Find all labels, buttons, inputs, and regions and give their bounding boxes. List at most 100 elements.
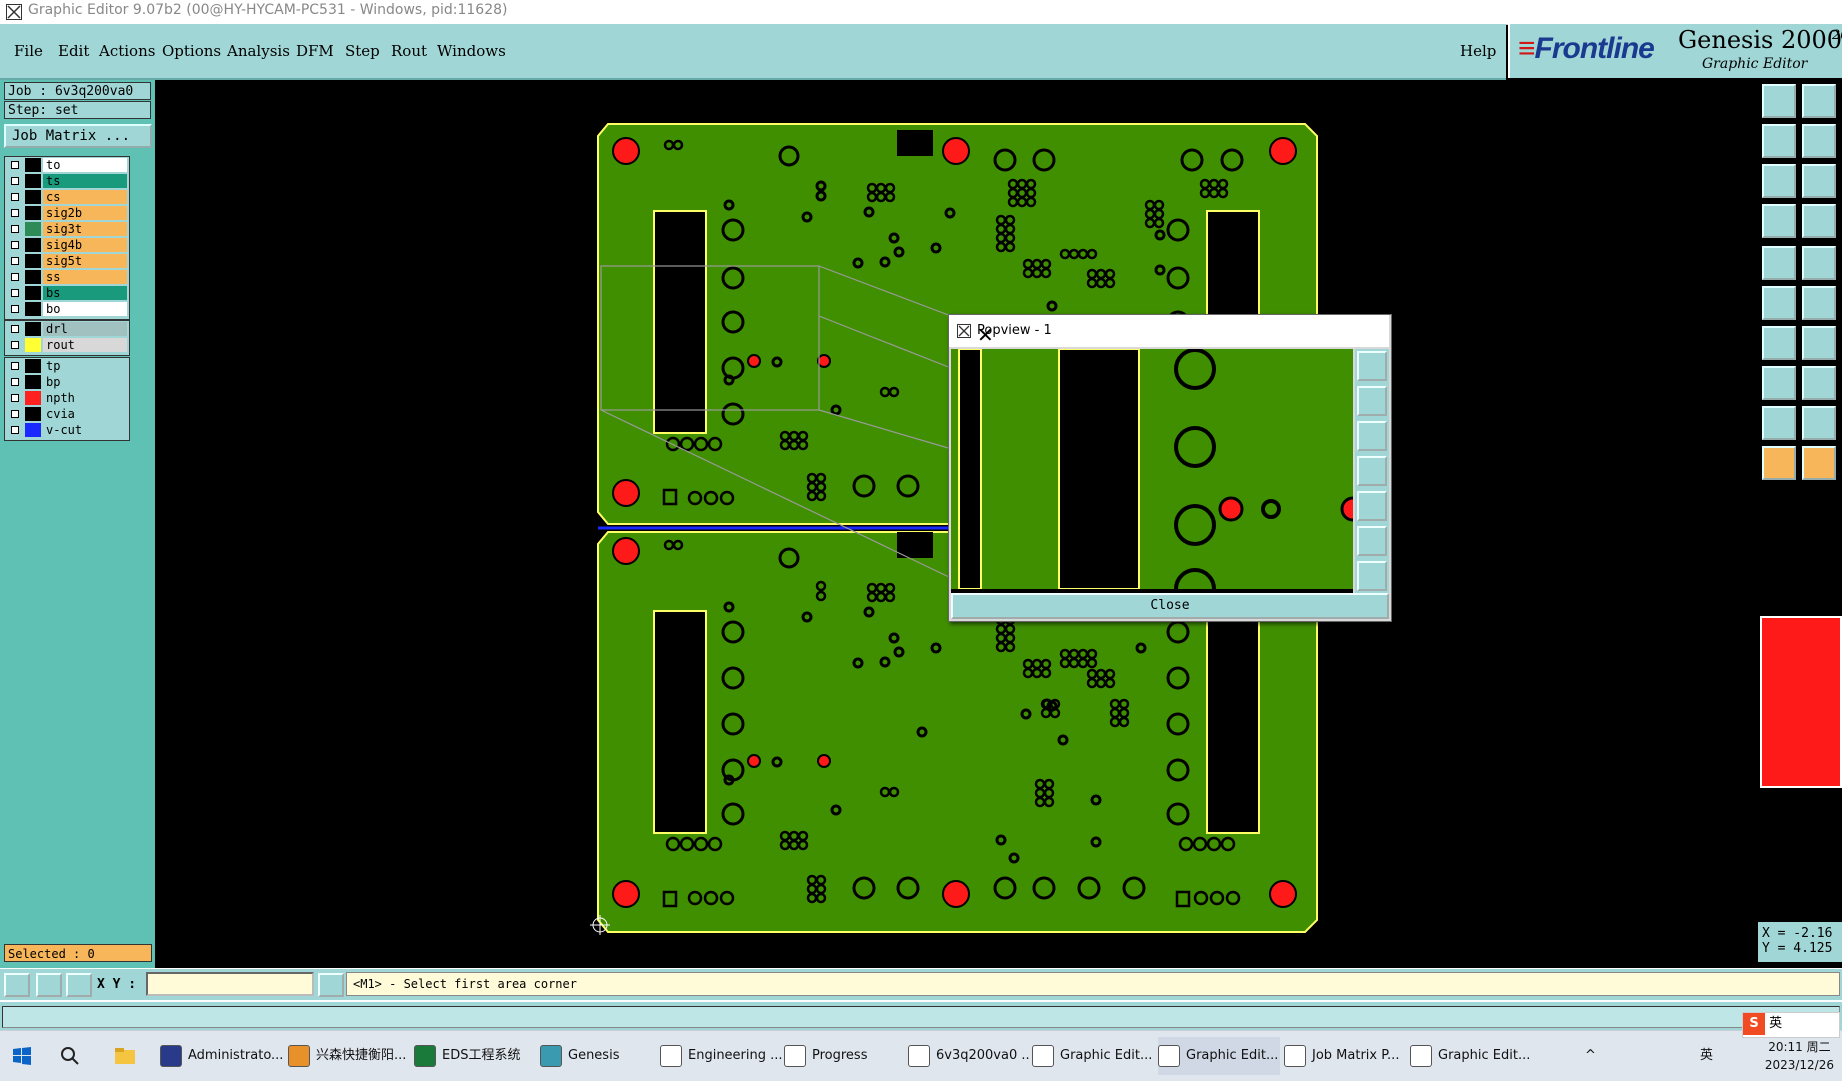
layer-checkbox[interactable] [11, 305, 19, 313]
menu-help[interactable]: Help [1460, 42, 1496, 60]
layer-name[interactable]: bs [43, 286, 127, 300]
search-icon[interactable] [60, 1037, 88, 1075]
layer-name[interactable]: sig4b [43, 238, 127, 252]
layer-color-swatch[interactable] [25, 238, 41, 252]
draw-mode-button[interactable] [1762, 246, 1796, 280]
layer-name[interactable]: bo [43, 302, 127, 316]
mode-button-1[interactable] [4, 973, 30, 997]
taskbar-item[interactable]: EDS工程系统 [414, 1037, 536, 1075]
menu-actions[interactable]: Actions [99, 42, 155, 60]
menu-step[interactable]: Step [345, 42, 380, 60]
taskbar-item[interactable]: Graphic Edit... [1032, 1037, 1154, 1075]
taskbar-item[interactable]: 兴森快捷衡阳... [288, 1037, 410, 1075]
layer-checkbox[interactable] [11, 225, 19, 233]
layer-row-bo[interactable]: bo [5, 301, 129, 317]
layer-row-sig5t[interactable]: sig5t [5, 253, 129, 269]
grid-button[interactable] [1802, 204, 1836, 238]
mode-button-3[interactable] [66, 973, 92, 997]
layer-name[interactable]: ts [43, 174, 127, 188]
system-clock[interactable]: 20:11 周二 2023/12/26 [1765, 1038, 1834, 1074]
layer-name[interactable]: npth [43, 391, 127, 405]
zoom-fit-button[interactable] [1762, 164, 1796, 198]
layer-row-sig2b[interactable]: sig2b [5, 205, 129, 221]
layer-name[interactable]: v-cut [43, 423, 127, 437]
layer-checkbox[interactable] [11, 325, 19, 333]
layer-row-sig3t[interactable]: sig3t [5, 221, 129, 237]
popview-pan-down-button[interactable] [1357, 421, 1387, 451]
popview-pan-right-button[interactable] [1357, 491, 1387, 521]
taskbar-item[interactable]: Graphic Edit... [1158, 1037, 1280, 1075]
layer-row-sig4b[interactable]: sig4b [5, 237, 129, 253]
cross-select-button[interactable] [1802, 286, 1836, 320]
tray-chevron-icon[interactable]: ^ [1585, 1037, 1605, 1075]
layer-row-bs[interactable]: bs [5, 285, 129, 301]
layer-name[interactable]: tp [43, 359, 127, 373]
layer-checkbox[interactable] [11, 378, 19, 386]
layer-checkbox[interactable] [11, 410, 19, 418]
menu-options[interactable]: Options [162, 42, 221, 60]
triangle-tool-button[interactable] [1762, 406, 1796, 440]
layer-color-swatch[interactable] [25, 174, 41, 188]
layer-row-tp[interactable]: tp [5, 358, 129, 374]
menu-dfm[interactable]: DFM [296, 42, 334, 60]
layer-color-swatch[interactable] [25, 206, 41, 220]
layer-row-ts[interactable]: ts [5, 173, 129, 189]
layer-checkbox[interactable] [11, 177, 19, 185]
layer-name[interactable]: rout [43, 338, 127, 352]
line-tool-button[interactable] [1762, 326, 1796, 360]
pan-right-button[interactable] [1802, 124, 1836, 158]
popview-pan-left-button[interactable] [1357, 456, 1387, 486]
layer-checkbox[interactable] [11, 362, 19, 370]
taskbar-item[interactable]: Engineering ... [660, 1037, 782, 1075]
layer-checkbox[interactable] [11, 193, 19, 201]
snap-button[interactable] [1762, 204, 1796, 238]
layer-checkbox[interactable] [11, 209, 19, 217]
pan-left-button[interactable] [1762, 124, 1796, 158]
sogou-ime-bar[interactable]: S 英 [1742, 1012, 1840, 1038]
taskbar-item[interactable]: Genesis [540, 1037, 662, 1075]
hline-tool-button[interactable] [1802, 366, 1836, 400]
pointer-tool-button[interactable] [1762, 446, 1796, 480]
info-button[interactable] [318, 973, 344, 997]
popview-refresh-button[interactable] [1357, 351, 1387, 381]
taskbar-item[interactable]: Job Matrix P... [1284, 1037, 1406, 1075]
popview-canvas[interactable] [951, 348, 1366, 610]
layer-checkbox[interactable] [11, 241, 19, 249]
layer-checkbox[interactable] [11, 426, 19, 434]
layer-row-cs[interactable]: cs [5, 189, 129, 205]
layer-color-swatch[interactable] [25, 286, 41, 300]
pan-down-button[interactable] [1802, 84, 1836, 118]
menu-file[interactable]: File [14, 42, 43, 60]
menu-rout[interactable]: Rout [391, 42, 427, 60]
layer-color-swatch[interactable] [25, 322, 41, 336]
xy-input[interactable] [146, 972, 314, 996]
layer-color-swatch[interactable] [25, 338, 41, 352]
layer-color-swatch[interactable] [25, 391, 41, 405]
layer-checkbox[interactable] [11, 257, 19, 265]
layer-row-to[interactable]: to [5, 157, 129, 173]
layer-color-swatch[interactable] [25, 375, 41, 389]
layer-name[interactable]: cs [43, 190, 127, 204]
popview-zoom-fit-button[interactable] [1357, 526, 1387, 556]
layer-checkbox[interactable] [11, 273, 19, 281]
menu-analysis[interactable]: Analysis [227, 42, 290, 60]
pad-tool-button[interactable] [1762, 366, 1796, 400]
file-explorer-icon[interactable] [114, 1037, 140, 1075]
menu-edit[interactable]: Edit [58, 42, 89, 60]
job-matrix-button[interactable]: Job Matrix ... [4, 124, 152, 148]
layer-color-swatch[interactable] [25, 407, 41, 421]
layer-color-swatch[interactable] [25, 302, 41, 316]
layer-row-cvia[interactable]: cvia [5, 406, 129, 422]
layer-color-swatch[interactable] [25, 359, 41, 373]
layer-row-v-cut[interactable]: v-cut [5, 422, 129, 438]
layer-name[interactable]: cvia [43, 407, 127, 421]
window-title-bar[interactable]: Graphic Editor 9.07b2 (00@HY-HYCAM-PC531… [0, 0, 1842, 25]
taskbar-item[interactable]: Administrato... [160, 1037, 282, 1075]
layer-name[interactable]: sig3t [43, 222, 127, 236]
pan-up-button[interactable] [1762, 84, 1796, 118]
popview-title-bar[interactable]: Popview - 1 ✕ [949, 315, 1389, 347]
zoom-home-button[interactable] [1802, 164, 1836, 198]
layer-checkbox[interactable] [11, 394, 19, 402]
windows-start-icon[interactable] [12, 1037, 40, 1075]
angle-tool-button[interactable] [1802, 326, 1836, 360]
